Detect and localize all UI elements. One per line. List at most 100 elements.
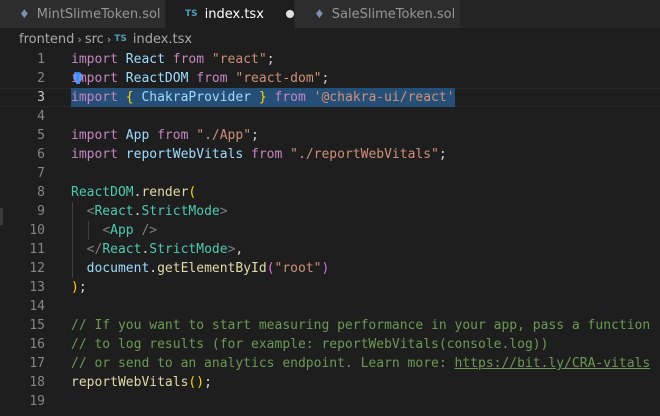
code-token: ; (438, 147, 447, 162)
code-token: // to log results (for example: reportWe… (71, 337, 549, 352)
typescript-file-icon: TS (114, 34, 127, 44)
line-number: 19 (29, 394, 45, 409)
tab-label: MintSlimeToken.sol (36, 6, 161, 22)
code-token: ; (78, 280, 87, 295)
line-number: 8 (37, 185, 45, 200)
code-token: ) (321, 261, 330, 276)
code-line[interactable]: 11 </React.StrictMode>, (0, 240, 660, 259)
code-token: ; (266, 52, 275, 67)
breadcrumb-file[interactable]: index.tsx (133, 32, 192, 47)
code-line[interactable]: 16 // to log results (for example: report… (0, 335, 660, 354)
line-number: 10 (29, 223, 45, 238)
code-line[interactable]: 2 import ReactDOM from "react-dom"; (0, 69, 660, 88)
line-number: 3 (37, 90, 45, 105)
code-token: </ (86, 242, 103, 257)
tab-sale-slime-token[interactable]: ♦ SaleSlimeToken.sol (295, 0, 461, 28)
chevron-right-icon: › (77, 32, 82, 46)
code-token: /> (141, 223, 158, 238)
line-number: 7 (37, 166, 45, 181)
code-token: import (71, 71, 118, 86)
code-line[interactable]: 12 document.getElementById("root") (0, 259, 660, 278)
code-text: // If you want to start measuring perfor… (71, 316, 650, 335)
code-token: StrictMode (149, 242, 228, 257)
code-line[interactable]: 10 <App /> (0, 221, 660, 240)
code-token: { (125, 90, 134, 105)
code-token: ( (188, 185, 197, 200)
breadcrumb-folder-src[interactable]: src (85, 32, 104, 47)
code-token: . (149, 261, 158, 276)
code-line[interactable]: 5 import App from "./App"; (0, 126, 660, 145)
code-text: // or send to an analytics endpoint. Lea… (71, 354, 650, 373)
code-line[interactable]: 17 // or send to an analytics endpoint. L… (0, 354, 660, 373)
code-line[interactable]: 19 (0, 392, 660, 411)
code-token: < (102, 223, 111, 238)
code-token: React (125, 52, 165, 67)
code-token: import (71, 128, 118, 143)
code-line[interactable]: 9 <React.StrictMode> (0, 202, 660, 221)
code-token: document (86, 261, 150, 276)
code-text: reportWebVitals(); (71, 373, 212, 392)
code-token: from (157, 128, 189, 143)
code-line[interactable]: 6 import reportWebVitals from "./reportWe… (0, 145, 660, 164)
line-number: 11 (29, 242, 45, 257)
code-token: "react" (211, 52, 267, 67)
line-number: 17 (29, 356, 45, 371)
unsaved-changes-dot-icon[interactable] (285, 10, 294, 18)
tab-index-tsx[interactable]: TS index.tsx (166, 0, 295, 28)
code-line[interactable]: 15 // If you want to start measuring perf… (0, 316, 660, 335)
code-line[interactable]: 13); (0, 278, 660, 297)
code-token: } (258, 90, 267, 105)
breadcrumb: frontend › src › TS index.tsx (0, 28, 660, 50)
code-token: "./App" (196, 128, 252, 143)
code-area[interactable]: 1 import React from "react"; 2 import React… (0, 50, 660, 416)
line-number: 6 (37, 147, 45, 162)
chevron-right-icon: › (106, 32, 112, 46)
code-line[interactable]: 18 reportWebVitals(); (0, 373, 660, 392)
code-token: '@chakra-ui/react' (313, 90, 455, 105)
code-token: ( (266, 261, 275, 276)
code-text: import ReactDOM from "react-dom"; (71, 69, 329, 88)
code-token: getElementById (157, 261, 267, 276)
code-token: , (235, 242, 244, 257)
code-line[interactable]: 14 (0, 297, 660, 316)
tab-mint-slime-token[interactable]: ♦ MintSlimeToken.sol (0, 0, 166, 28)
code-text: import reportWebVitals from "./reportWeb… (71, 145, 447, 164)
code-token: from (251, 147, 283, 162)
code-text: import App from "./App"; (71, 126, 259, 145)
breadcrumb-folder-frontend[interactable]: frontend (19, 32, 74, 47)
code-token: import (71, 147, 118, 162)
code-line[interactable]: 8 ReactDOM.render( (0, 183, 660, 202)
code-token: import (71, 52, 118, 67)
code-text: // to log results (for example: reportWe… (71, 335, 548, 354)
code-line[interactable]: 1 import React from "react"; (0, 50, 660, 69)
code-line[interactable]: 3 import { ChakraProvider } from '@chakra… (0, 88, 660, 107)
code-token: StrictMode (141, 204, 220, 219)
code-token: https://bit.ly/CRA-vitals (454, 356, 651, 371)
code-token: ; (251, 128, 259, 143)
code-line[interactable]: 7 (0, 164, 660, 183)
tab-label: SaleSlimeToken.sol (331, 6, 456, 22)
selected-code-text: import { ChakraProvider } from '@chakra-… (71, 88, 455, 107)
line-number: 5 (37, 128, 45, 143)
code-token: App (110, 223, 134, 238)
code-token: > (219, 204, 228, 219)
tab-bar: ♦ MintSlimeToken.sol TS index.tsx ♦ Sale… (0, 0, 660, 28)
code-token: ; (204, 375, 212, 390)
line-number: 12 (29, 261, 45, 276)
code-line[interactable]: 4 (0, 107, 660, 126)
code-token: ; (321, 71, 330, 86)
code-token: from (274, 90, 306, 105)
line-number: 16 (29, 337, 45, 352)
line-number: 4 (37, 109, 45, 124)
solidity-file-icon: ♦ (19, 7, 30, 21)
code-token: from (172, 52, 205, 67)
